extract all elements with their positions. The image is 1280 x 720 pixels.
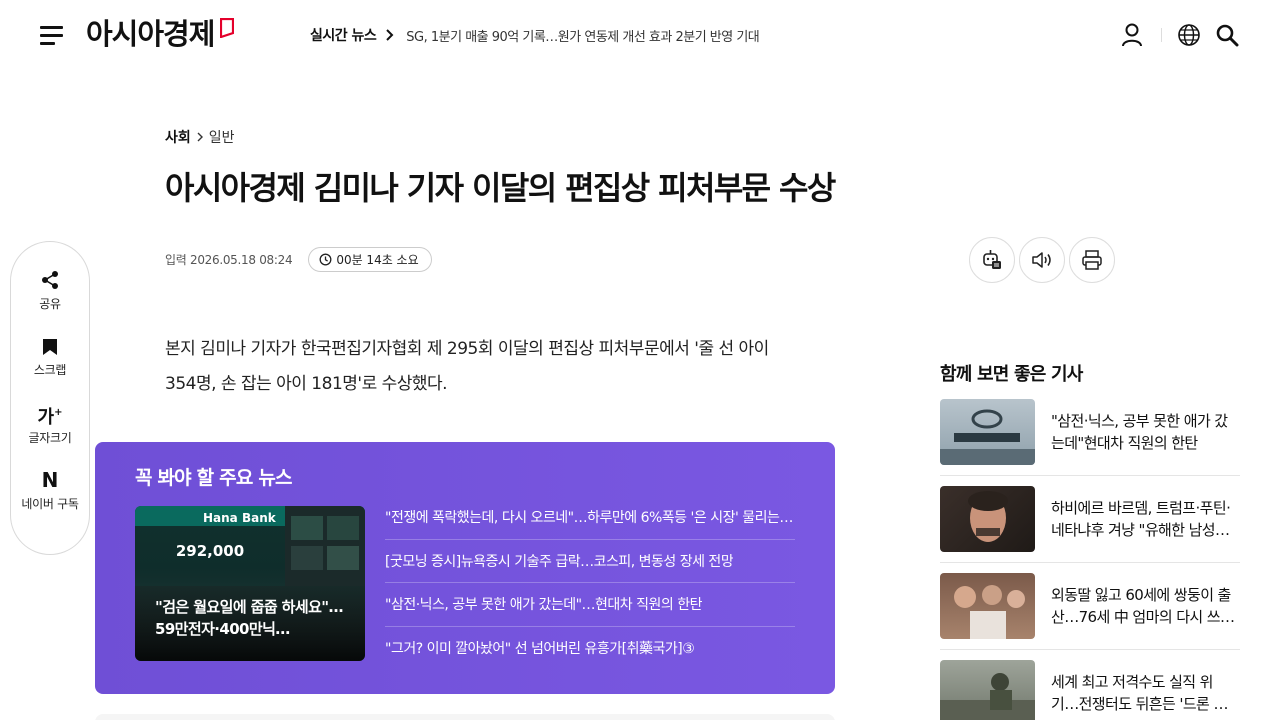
related-article[interactable]: "삼전·닉스, 공부 못한 애가 갔는데"현대차 직원의 한탄 bbox=[940, 389, 1240, 476]
related-article-title: "삼전·닉스, 공부 못한 애가 갔는데"현대차 직원의 한탄 bbox=[1051, 412, 1228, 452]
scrap-label: 스크랩 bbox=[33, 363, 67, 377]
related-thumbnail bbox=[940, 399, 1035, 465]
site-logo[interactable]: 아시아경제 bbox=[86, 14, 235, 54]
related-thumbnail bbox=[940, 573, 1035, 639]
font-size-glyph: 가 bbox=[37, 407, 55, 428]
ticker-label: 실시간 뉴스 bbox=[310, 28, 377, 44]
bookmark-icon bbox=[43, 339, 57, 355]
article-body: 본지 김미나 기자가 한국편집기자협회 제 295회 이달의 편집상 피처부문에… bbox=[165, 339, 769, 394]
naver-label: 네이버 구독 bbox=[21, 497, 79, 511]
user-icon[interactable] bbox=[1119, 22, 1145, 48]
thumb-bank-name: Hana Bank bbox=[203, 511, 276, 525]
must-read-item-text: [굿모닝 증시]뉴욕증시 기술주 급락…코스피, 변동성 장세 전망 bbox=[385, 553, 734, 570]
must-read-item-text: "그거? 이미 깔아놨어" 선 넘어버린 유흥가[취藥국가]③ bbox=[385, 641, 695, 658]
related-article-title: 하비에르 바르뎀, 트럼프·푸틴·네타냐후 겨냥 "유해한 남성성… bbox=[1051, 499, 1231, 539]
listen-button[interactable] bbox=[1019, 237, 1065, 283]
article-headline: 아시아경제 김미나 기자 이달의 편집상 피처부문 수상 bbox=[165, 169, 836, 207]
must-read-item[interactable]: [굿모닝 증시]뉴욕증시 기술주 급락…코스피, 변동성 장세 전망 bbox=[385, 540, 795, 583]
font-size-button[interactable]: 가+ 글자크기 bbox=[11, 402, 89, 446]
site-header: 아시아경제 실시간 뉴스 SG, 1분기 매출 90억 기록…원가 연동제 개선… bbox=[0, 0, 1280, 70]
logo-mark-icon bbox=[220, 18, 235, 38]
must-read-list: "전쟁에 폭락했는데, 다시 오르네"…하루만에 6%폭등 '은 시장' 물리는… bbox=[385, 496, 795, 670]
related-thumbnail bbox=[940, 486, 1035, 552]
print-icon bbox=[1082, 250, 1102, 270]
related-article[interactable]: 외동딸 잃고 60세에 쌍둥이 출산…76세 中 엄마의 다시 쓰… bbox=[940, 563, 1240, 650]
next-section-box bbox=[95, 714, 835, 720]
naver-glyph: N bbox=[41, 468, 59, 492]
search-icon[interactable] bbox=[1214, 22, 1240, 48]
live-news-ticker[interactable]: 실시간 뉴스 SG, 1분기 매출 90억 기록…원가 연동제 개선 효과 2분… bbox=[310, 24, 760, 46]
related-article-title: 외동딸 잃고 60세에 쌍둥이 출산…76세 中 엄마의 다시 쓰… bbox=[1051, 586, 1235, 626]
naver-subscribe-button[interactable]: N 네이버 구독 bbox=[11, 470, 89, 512]
chevron-right-icon bbox=[386, 29, 394, 41]
font-size-icon: 가+ bbox=[38, 402, 63, 428]
related-thumbnail bbox=[940, 660, 1035, 720]
clock-icon bbox=[319, 253, 332, 266]
share-button[interactable]: 공유 bbox=[11, 270, 89, 312]
menu-icon[interactable] bbox=[40, 26, 63, 45]
thumb-stock-price: 292,000 bbox=[175, 542, 245, 560]
font-size-label: 글자크기 bbox=[28, 431, 72, 445]
must-read-item[interactable]: "삼전·닉스, 공부 못한 애가 갔는데"…현대차 직원의 한탄 bbox=[385, 583, 795, 627]
related-article[interactable]: 세계 최고 저격수도 실직 위기…전쟁터도 뒤흔든 '드론 전성시대' bbox=[940, 650, 1240, 720]
share-icon bbox=[42, 271, 58, 289]
featured-caption: "검은 월요일에 줍줍 하세요"…59만전자·400만닉… bbox=[155, 598, 344, 638]
publish-date: 입력 2026.05.18 08:24 bbox=[165, 253, 293, 267]
article-tools bbox=[969, 237, 1119, 283]
header-actions bbox=[1119, 22, 1240, 48]
must-read-item[interactable]: "그거? 이미 깔아놨어" 선 넘어버린 유흥가[취藥국가]③ bbox=[385, 627, 795, 671]
thumb-screens bbox=[285, 506, 365, 586]
breadcrumb: 사회 일반 bbox=[165, 127, 235, 147]
read-time-badge: 00분 14초 소요 bbox=[308, 247, 432, 272]
related-title: 함께 보면 좋은 기사 bbox=[940, 364, 1083, 385]
must-read-item[interactable]: "전쟁에 폭락했는데, 다시 오르네"…하루만에 6%폭등 '은 시장' 물리는… bbox=[385, 496, 795, 540]
scrap-button[interactable]: 스크랩 bbox=[11, 338, 89, 378]
must-read-item-text: "삼전·닉스, 공부 못한 애가 갔는데"…현대차 직원의 한탄 bbox=[385, 597, 702, 614]
must-read-news-box: 꼭 봐야 할 주요 뉴스 Hana Bank 292,000 "검은 월요일에 … bbox=[95, 442, 835, 694]
related-articles-list: "삼전·닉스, 공부 못한 애가 갔는데"현대차 직원의 한탄 하비에르 바르뎀… bbox=[940, 389, 1240, 720]
ai-summary-icon bbox=[983, 250, 1001, 269]
chevron-right-icon bbox=[197, 132, 203, 142]
related-article-title: 세계 최고 저격수도 실직 위기…전쟁터도 뒤흔든 '드론 전성시대' bbox=[1051, 673, 1240, 713]
must-read-title: 꼭 봐야 할 주요 뉴스 bbox=[135, 467, 293, 489]
logo-text: 아시아경제 bbox=[86, 17, 215, 51]
related-article[interactable]: 하비에르 바르뎀, 트럼프·푸틴·네타냐후 겨냥 "유해한 남성성… bbox=[940, 476, 1240, 563]
print-button[interactable] bbox=[1069, 237, 1115, 283]
header-divider bbox=[1161, 28, 1162, 42]
share-label: 공유 bbox=[39, 297, 61, 311]
speaker-icon bbox=[1032, 252, 1051, 268]
ai-summary-button[interactable] bbox=[969, 237, 1015, 283]
article-meta: 입력 2026.05.18 08:24 00분 14초 소요 bbox=[165, 247, 432, 272]
must-read-item-text: "전쟁에 폭락했는데, 다시 오르네"…하루만에 6%폭등 '은 시장' 물리는… bbox=[385, 510, 795, 527]
floating-action-bar: 공유 스크랩 가+ 글자크기 N 네이버 구독 bbox=[10, 241, 90, 555]
globe-icon[interactable] bbox=[1176, 22, 1202, 48]
breadcrumb-subsection[interactable]: 일반 bbox=[209, 127, 235, 147]
ticker-headline[interactable]: SG, 1분기 매출 90억 기록…원가 연동제 개선 효과 2분기 반영 기대 bbox=[406, 26, 760, 45]
font-size-plus: + bbox=[54, 407, 63, 418]
read-time-text: 00분 14초 소요 bbox=[336, 253, 419, 267]
featured-thumbnail[interactable]: Hana Bank 292,000 "검은 월요일에 줍줍 하세요"…59만전자… bbox=[135, 506, 365, 661]
breadcrumb-section[interactable]: 사회 bbox=[165, 127, 191, 147]
naver-icon: N bbox=[42, 470, 59, 490]
